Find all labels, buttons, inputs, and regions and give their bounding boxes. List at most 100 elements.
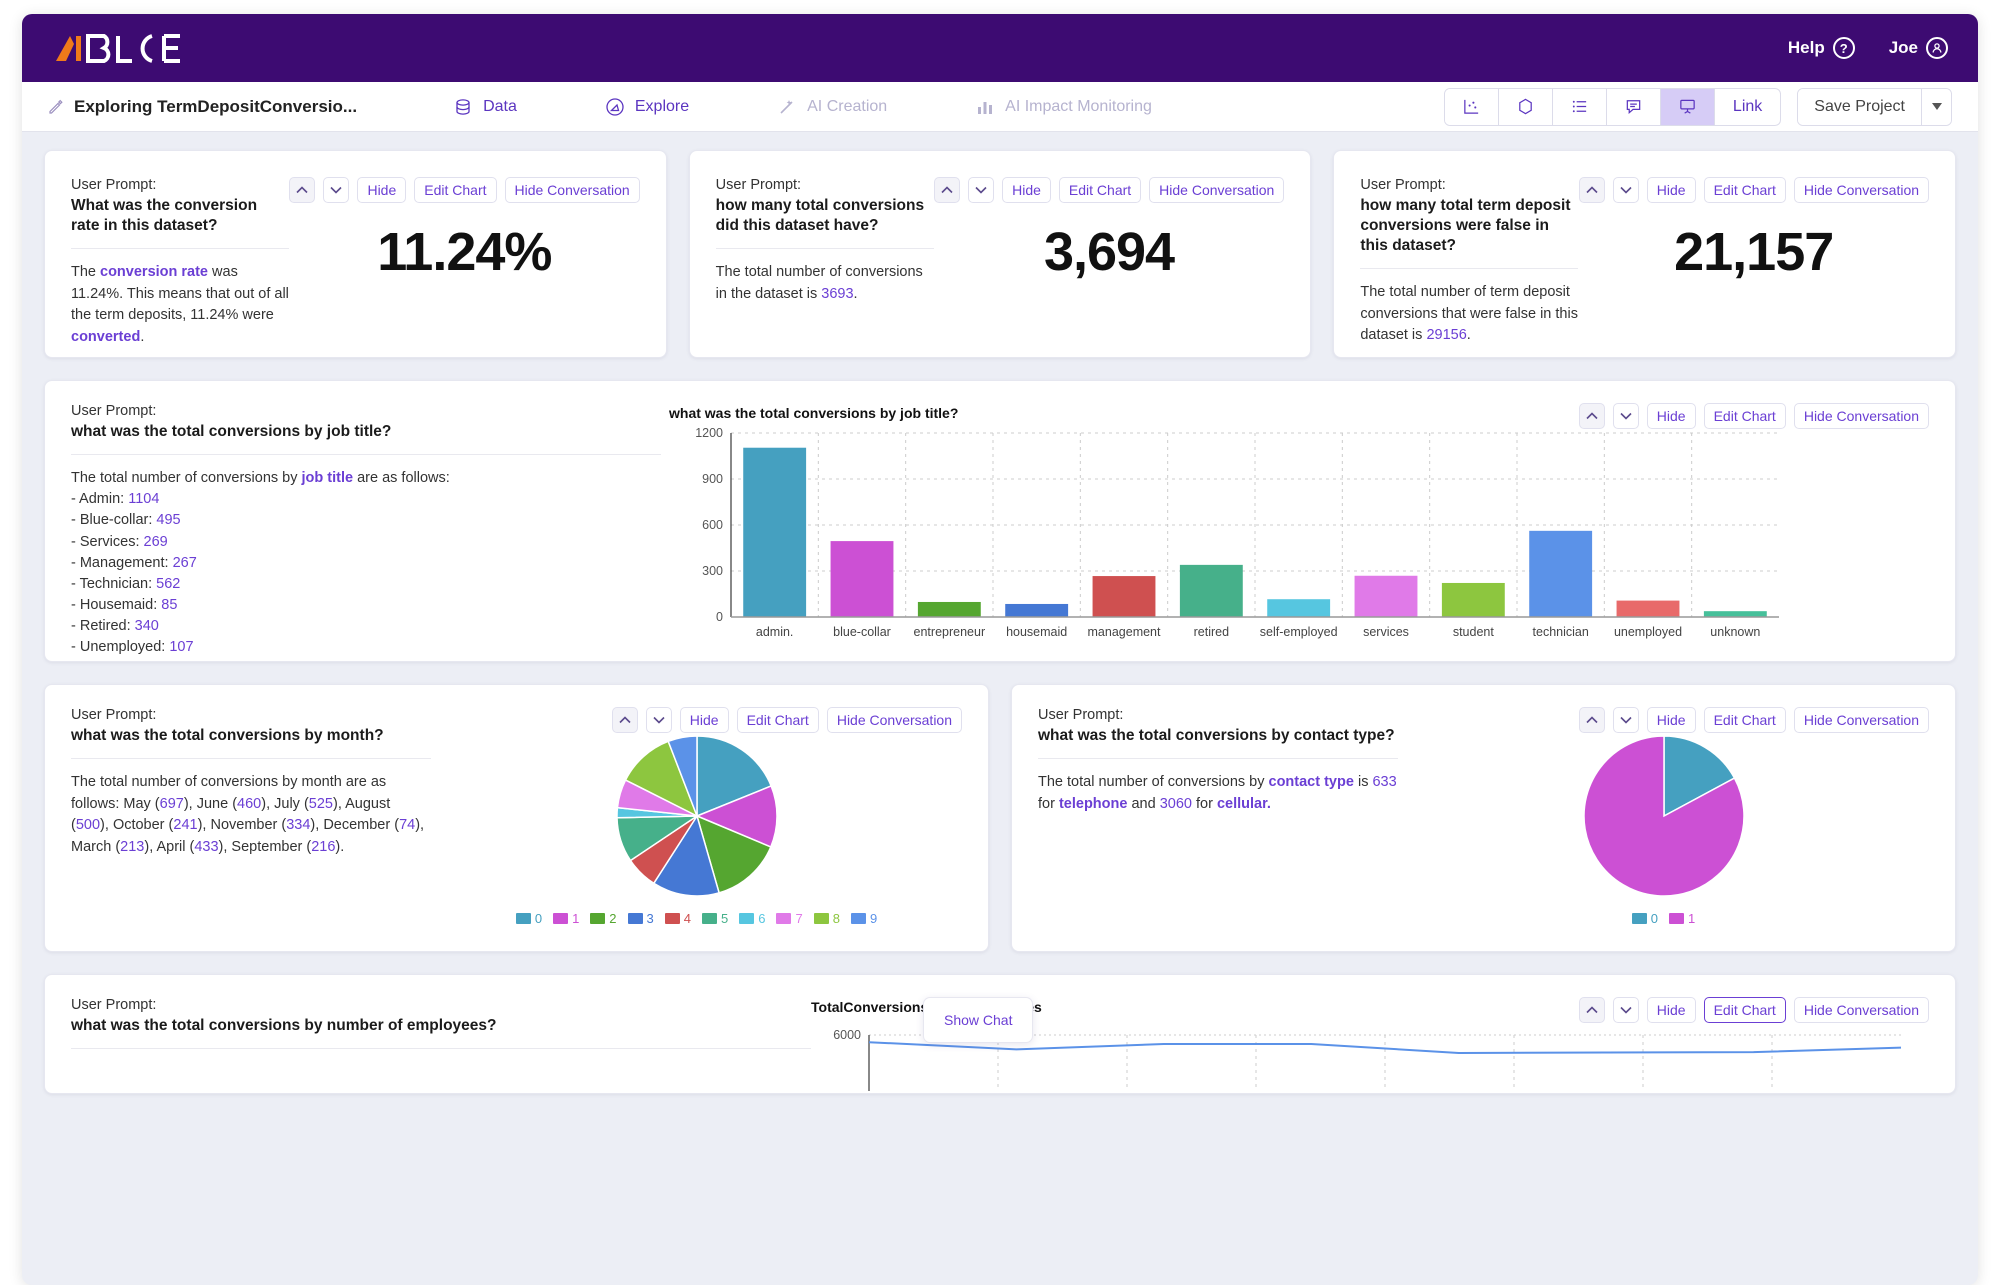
- legend-item[interactable]: 1: [553, 911, 579, 926]
- month-value[interactable]: 525: [309, 796, 333, 812]
- answer-highlight[interactable]: contact type: [1269, 774, 1354, 790]
- svg-text:self-employed: self-employed: [1260, 625, 1338, 639]
- hide-button[interactable]: Hide: [680, 707, 729, 733]
- move-down-button[interactable]: [646, 707, 672, 733]
- move-up-button[interactable]: [289, 177, 315, 203]
- kpi-card-false-conversions: User Prompt: how many total term deposit…: [1333, 150, 1956, 358]
- legend-label: 4: [684, 911, 691, 926]
- answer-highlight[interactable]: 3060: [1160, 796, 1192, 812]
- hide-conversation-button[interactable]: Hide Conversation: [827, 707, 962, 733]
- answer-highlight[interactable]: conversion rate: [100, 264, 208, 280]
- legend-item[interactable]: 3: [628, 911, 654, 926]
- edit-chart-button[interactable]: Edit Chart: [414, 177, 496, 203]
- nav-item-data[interactable]: Data: [453, 97, 517, 117]
- edit-chart-button[interactable]: Edit Chart: [1704, 707, 1786, 733]
- move-up-button[interactable]: [1579, 997, 1605, 1023]
- hide-conversation-button[interactable]: Hide Conversation: [1149, 177, 1284, 203]
- list-item-value[interactable]: 495: [156, 512, 180, 528]
- save-project-button[interactable]: Save Project: [1798, 89, 1921, 125]
- nav-item-explore[interactable]: Explore: [605, 97, 689, 117]
- move-up-button[interactable]: [934, 177, 960, 203]
- edit-chart-button[interactable]: Edit Chart: [1704, 997, 1786, 1023]
- help-button[interactable]: Help ?: [1788, 37, 1855, 59]
- list-icon[interactable]: [1553, 89, 1607, 125]
- hide-conversation-button[interactable]: Hide Conversation: [1794, 403, 1929, 429]
- legend-item[interactable]: 8: [814, 911, 840, 926]
- scatter-plot-icon[interactable]: [1445, 89, 1499, 125]
- project-title-group[interactable]: Exploring TermDepositConversio...: [48, 97, 357, 117]
- link-button[interactable]: Link: [1715, 89, 1780, 125]
- hide-conversation-button[interactable]: Hide Conversation: [1794, 997, 1929, 1023]
- hide-button[interactable]: Hide: [1647, 177, 1696, 203]
- move-down-button[interactable]: [1613, 177, 1639, 203]
- hexagon-icon[interactable]: [1499, 89, 1553, 125]
- edit-chart-button[interactable]: Edit Chart: [737, 707, 819, 733]
- legend-item[interactable]: 6: [739, 911, 765, 926]
- legend-swatch: [702, 913, 717, 924]
- show-chat-tooltip[interactable]: Show Chat: [923, 997, 1033, 1043]
- intro-highlight[interactable]: job title: [302, 470, 354, 486]
- legend-item[interactable]: 5: [702, 911, 728, 926]
- month-value[interactable]: 697: [160, 796, 184, 812]
- presentation-icon[interactable]: [1661, 89, 1715, 125]
- move-down-button[interactable]: [968, 177, 994, 203]
- list-item-value[interactable]: 267: [173, 555, 197, 571]
- list-item-value[interactable]: 340: [135, 618, 159, 634]
- legend-item[interactable]: 2: [590, 911, 616, 926]
- comment-icon[interactable]: [1607, 89, 1661, 125]
- user-menu-button[interactable]: Joe: [1889, 37, 1948, 59]
- hide-conversation-button[interactable]: Hide Conversation: [505, 177, 640, 203]
- legend-item[interactable]: 0: [1632, 911, 1658, 926]
- list-item-value[interactable]: 562: [156, 576, 180, 592]
- move-up-button[interactable]: [1579, 707, 1605, 733]
- card-controls: Hide Edit Chart Hide Conversation: [1579, 707, 1929, 733]
- hide-button[interactable]: Hide: [357, 177, 406, 203]
- answer-highlight[interactable]: 29156: [1426, 327, 1466, 343]
- hide-conversation-button[interactable]: Hide Conversation: [1794, 177, 1929, 203]
- legend-swatch: [590, 913, 605, 924]
- answer-part: is: [1354, 774, 1373, 790]
- edit-chart-button[interactable]: Edit Chart: [1704, 177, 1786, 203]
- nav-item-ai-creation[interactable]: AI Creation: [777, 97, 887, 117]
- card-controls: Hide Edit Chart Hide Conversation: [1579, 997, 1929, 1023]
- move-down-button[interactable]: [1613, 997, 1639, 1023]
- answer-highlight[interactable]: 633: [1372, 774, 1396, 790]
- month-value[interactable]: 216: [311, 839, 335, 855]
- month-value[interactable]: 433: [194, 839, 218, 855]
- move-down-button[interactable]: [323, 177, 349, 203]
- legend-item[interactable]: 1: [1669, 911, 1695, 926]
- pencil-icon[interactable]: [48, 99, 64, 115]
- move-up-button[interactable]: [1579, 177, 1605, 203]
- legend-swatch: [739, 913, 754, 924]
- list-item-value[interactable]: 107: [169, 639, 193, 655]
- hide-conversation-button[interactable]: Hide Conversation: [1794, 707, 1929, 733]
- kpi-visual: Hide Edit Chart Hide Conversation 21,157: [1578, 177, 1929, 357]
- answer-highlight[interactable]: telephone: [1059, 796, 1127, 812]
- move-up-button[interactable]: [612, 707, 638, 733]
- legend-item[interactable]: 7: [776, 911, 802, 926]
- month-value[interactable]: 241: [173, 817, 197, 833]
- nav-item-ai-impact-monitoring[interactable]: AI Impact Monitoring: [975, 97, 1152, 117]
- legend-item[interactable]: 4: [665, 911, 691, 926]
- hide-button[interactable]: Hide: [1647, 997, 1696, 1023]
- hide-button[interactable]: Hide: [1002, 177, 1051, 203]
- legend-item[interactable]: 9: [851, 911, 877, 926]
- answer-highlight[interactable]: cellular.: [1217, 796, 1271, 812]
- month-value[interactable]: 460: [237, 796, 261, 812]
- answer-part: and: [1127, 796, 1159, 812]
- answer-highlight[interactable]: converted: [71, 329, 140, 345]
- caret-down-icon[interactable]: [1921, 89, 1951, 125]
- month-value[interactable]: 500: [76, 817, 100, 833]
- divider: [71, 758, 431, 759]
- list-item-value[interactable]: 1104: [128, 491, 159, 507]
- answer-highlight[interactable]: 3693: [821, 286, 853, 302]
- legend-item[interactable]: 0: [516, 911, 542, 926]
- month-value[interactable]: 334: [286, 817, 310, 833]
- month-value[interactable]: 74: [399, 817, 415, 833]
- month-value[interactable]: 213: [120, 839, 144, 855]
- move-down-button[interactable]: [1613, 707, 1639, 733]
- edit-chart-button[interactable]: Edit Chart: [1059, 177, 1141, 203]
- hide-button[interactable]: Hide: [1647, 707, 1696, 733]
- list-item-value[interactable]: 269: [144, 534, 168, 550]
- list-item-value[interactable]: 85: [161, 597, 177, 613]
